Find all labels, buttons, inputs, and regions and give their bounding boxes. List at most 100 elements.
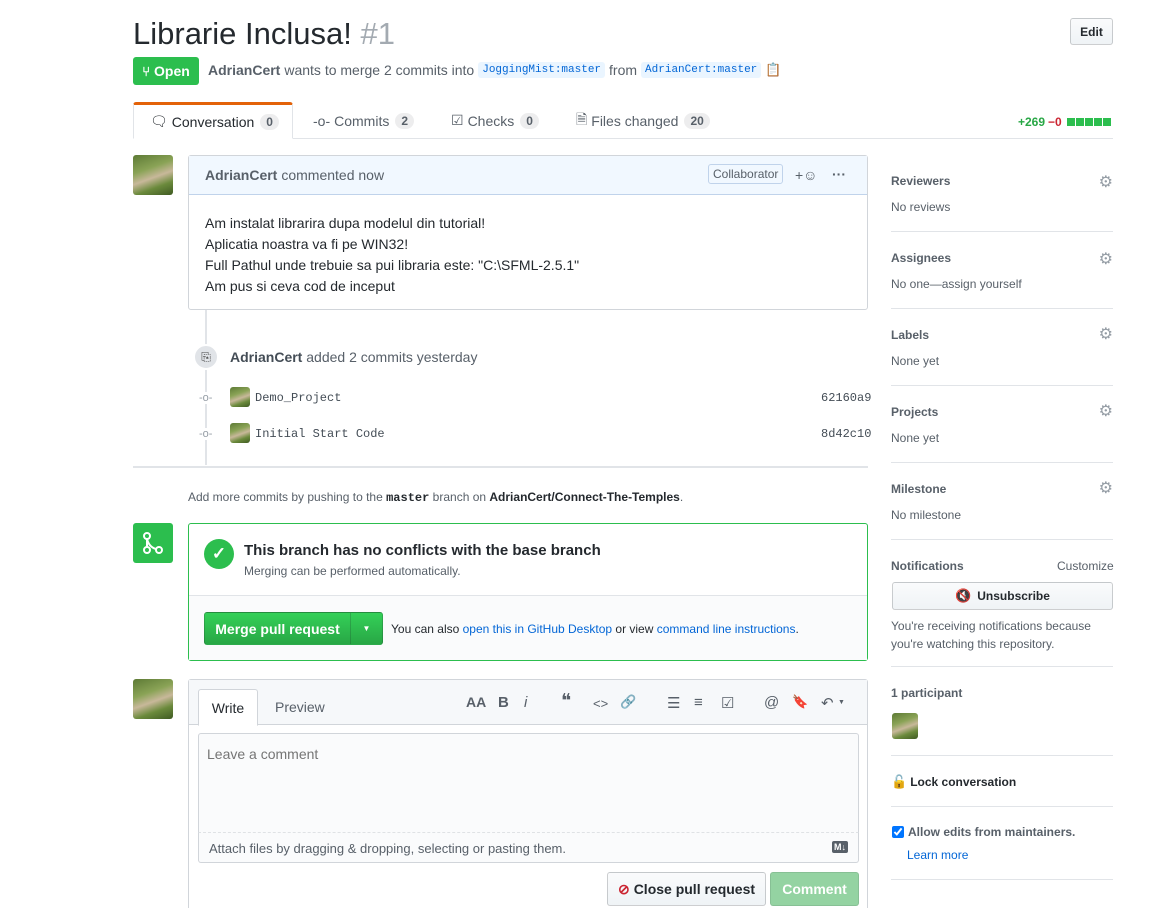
comment-author[interactable]: AdrianCert (205, 167, 277, 183)
participants-title: 1 participant (891, 686, 963, 700)
tab-files-changed[interactable]: 🗎 Files changed 20 (576, 102, 710, 139)
code-icon[interactable]: <> (593, 696, 608, 711)
task-list-icon[interactable]: ☑ (721, 694, 734, 712)
commit-message[interactable]: Demo_Project (255, 391, 341, 405)
pr-meta: AdrianCert wants to merge 2 commits into… (208, 62, 782, 78)
markdown-icon: M↓ (832, 841, 848, 853)
git-merge-icon (143, 532, 163, 554)
more-options-icon[interactable]: ··· (832, 166, 846, 182)
unordered-list-icon[interactable]: ☰ (667, 694, 680, 712)
tab-commits[interactable]: -o- Commits 2 (313, 102, 415, 139)
reviewers-title[interactable]: Reviewers (891, 174, 950, 188)
edit-button[interactable]: Edit (1070, 18, 1113, 45)
sidebar-divider (891, 755, 1113, 756)
assignees-title[interactable]: Assignees (891, 251, 951, 265)
clipboard-icon[interactable]: 📋 (765, 62, 781, 78)
commit-icon: -o- (313, 112, 331, 129)
merge-method-dropdown[interactable]: ▼ (350, 612, 383, 645)
italic-icon[interactable]: i (524, 694, 527, 711)
customize-link[interactable]: Customize (1057, 559, 1114, 573)
comment-textarea[interactable] (198, 733, 859, 833)
timeline-divider (133, 466, 868, 468)
commit-dot-icon: -o- (199, 428, 213, 440)
collaborator-badge: Collaborator (708, 164, 784, 184)
sidebar-divider (891, 462, 1113, 463)
labels-title[interactable]: Labels (891, 328, 929, 342)
merge-status-title: This branch has no conflicts with the ba… (244, 542, 601, 559)
pr-title: Librarie Inclusa! (133, 16, 352, 51)
bold-icon[interactable]: B (498, 694, 509, 711)
allow-edits: Allow edits from maintainers. (892, 825, 1075, 839)
allow-edits-checkbox[interactable] (892, 826, 904, 838)
avatar[interactable] (230, 423, 250, 443)
checklist-icon: ☑ (451, 112, 464, 128)
sidebar-divider (891, 666, 1113, 667)
tab-preview[interactable]: Preview (275, 699, 325, 715)
mention-icon[interactable]: @ (764, 694, 779, 711)
diffstat: +269 −0 (1018, 115, 1111, 129)
head-branch[interactable]: AdrianCert:master (641, 62, 762, 78)
projects-title[interactable]: Projects (891, 405, 938, 419)
learn-more-link[interactable]: Learn more (907, 848, 968, 862)
base-branch[interactable]: JoggingMist:master (478, 62, 606, 78)
reviewers-value: No reviews (891, 200, 951, 214)
command-line-link[interactable]: command line instructions (657, 622, 796, 636)
github-desktop-link[interactable]: open this in GitHub Desktop (463, 622, 612, 636)
gear-icon[interactable]: ⚙ (1099, 249, 1113, 269)
issue-closed-icon: ⊘ (617, 880, 630, 897)
file-diff-icon: 🗎 (576, 110, 588, 127)
author-link[interactable]: AdrianCert (208, 62, 280, 78)
link-icon[interactable]: 🔗 (620, 694, 636, 710)
text-size-icon[interactable]: AA (466, 694, 486, 710)
diffstat-bar (1066, 118, 1111, 126)
reply-icon[interactable]: ↶ (821, 694, 834, 712)
gear-icon[interactable]: ⚙ (1099, 401, 1113, 421)
comment-icon: 🗨 (150, 113, 168, 129)
attach-bar[interactable]: Attach files by dragging & dropping, sel… (198, 833, 859, 863)
commit-sha[interactable]: 62160a9 (821, 391, 871, 405)
lock-conversation[interactable]: 🔓 Lock conversation (891, 774, 1016, 790)
milestone-title[interactable]: Milestone (891, 482, 946, 496)
state-badge: ⑂ Open (133, 57, 199, 85)
comment-button[interactable]: Comment (770, 872, 859, 906)
merge-pull-request-button[interactable]: Merge pull request (204, 612, 351, 645)
merge-alternatives: You can also open this in GitHub Desktop… (391, 622, 799, 636)
pr-number: #1 (360, 16, 395, 51)
pull-request-icon: ⑂ (142, 63, 151, 79)
sidebar-divider (891, 385, 1113, 386)
sidebar-divider (891, 806, 1113, 807)
ordered-list-icon[interactable]: ≡ (694, 694, 703, 711)
gear-icon[interactable]: ⚙ (1099, 478, 1113, 498)
comment-body: Am instalat librarira dupa modelul din t… (205, 215, 580, 294)
commit-dot-icon: -o- (199, 392, 213, 404)
gear-icon[interactable]: ⚙ (1099, 324, 1113, 344)
unsubscribe-button[interactable]: 🔇 Unsubscribe (892, 582, 1113, 610)
projects-value: None yet (891, 431, 940, 445)
repo-push-icon: ⎘ (193, 344, 219, 370)
sidebar-divider (891, 539, 1113, 540)
tab-checks[interactable]: ☑ Checks 0 (451, 102, 539, 139)
gear-icon[interactable]: ⚙ (1099, 172, 1113, 192)
merge-status-subtitle: Merging can be performed automatically. (244, 564, 461, 578)
lock-icon: 🔓 (891, 774, 908, 789)
commit-message[interactable]: Initial Start Code (255, 427, 385, 441)
commits-event: AdrianCert added 2 commits yesterday (230, 349, 478, 365)
close-pull-request-button[interactable]: ⊘ Close pull request (607, 872, 766, 906)
participant-avatar[interactable] (892, 713, 918, 739)
assignees-value: No one—assign yourself (891, 277, 1022, 291)
tab-conversation[interactable]: 🗨 Conversation 0 (133, 102, 293, 139)
push-hint: Add more commits by pushing to the maste… (188, 490, 684, 505)
tab-write[interactable]: Write (198, 689, 258, 726)
avatar[interactable] (133, 679, 173, 719)
avatar[interactable] (230, 387, 250, 407)
chevron-down-icon[interactable]: ▼ (838, 699, 845, 706)
commit-sha[interactable]: 8d42c10 (821, 427, 871, 441)
add-reaction-icon[interactable]: +☺ (795, 167, 817, 183)
attach-text: Attach files by dragging & dropping, sel… (209, 841, 566, 856)
bookmark-icon[interactable]: 🔖 (792, 694, 808, 710)
avatar[interactable] (133, 155, 173, 195)
comment-header: AdrianCert commented now Collaborator +☺… (189, 156, 867, 195)
check-circle-icon: ✓ (204, 539, 234, 569)
sidebar-divider (891, 231, 1113, 232)
quote-icon[interactable]: ❝ (561, 690, 571, 713)
